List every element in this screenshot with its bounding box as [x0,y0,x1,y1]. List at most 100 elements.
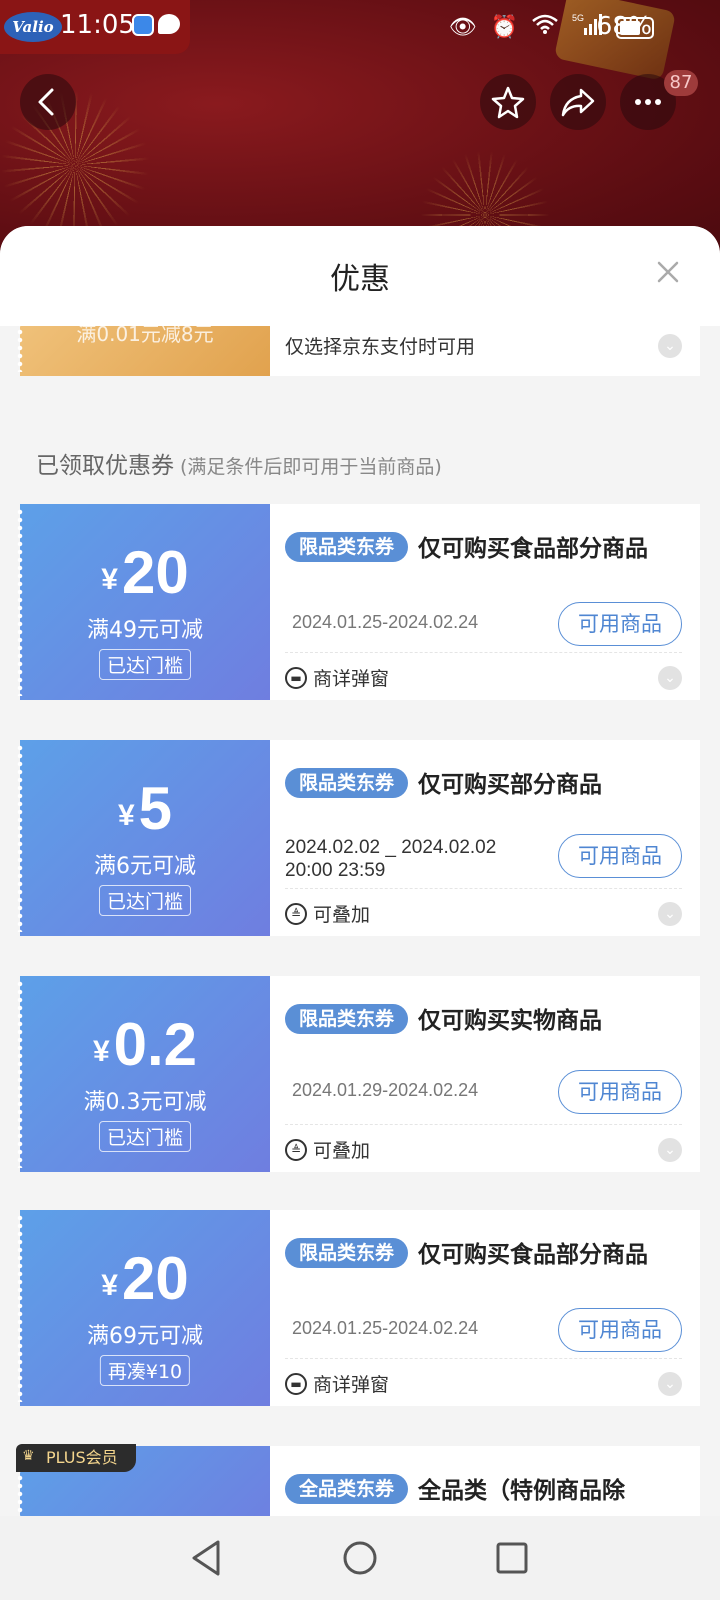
coupon-right-panel: 限品类东券 仅可购买实物商品 2024.01.29-2024.02.24 可用商品… [285,976,682,1172]
coupon-title-text: 仅可购买食品部分商品 [418,536,649,562]
stack-icon: ≜ [285,1138,307,1161]
stack-icon: ≜ [285,902,307,925]
star-icon [491,86,525,119]
coupon-left-panel: ¥20 满49元可减 已达门槛 [17,504,270,700]
coupon-footer: ≜ 可叠加 [285,1136,370,1163]
coupon-footer-text: 可叠加 [313,904,371,926]
coupon-right-panel: 限品类东券 仅可购买部分商品 2024.02.02 _ 2024.02.02 20… [285,740,682,936]
coupon-card: ¥20 满69元可减 再凑¥10 限品类东券 仅可购买食品部分商品 2024.01… [17,1210,700,1406]
expand-button[interactable]: ⌄ [658,1372,682,1396]
close-button[interactable] [652,256,684,288]
nav-home-button[interactable] [338,1536,382,1580]
coupon-right-panel: 限品类东券 仅可购买食品部分商品 2024.01.25-2024.02.24 可用… [285,504,682,700]
section-title: 已领取优惠券 (满足条件后即可用于当前商品) [36,446,442,480]
chevron-down-icon: ⌄ [664,670,676,686]
notification-badge: 87 [664,70,698,96]
expand-button[interactable]: ⌄ [658,902,682,926]
coupon-footer: ≜ 可叠加 [285,900,370,927]
coupon-amount: ¥20 [20,538,270,607]
coupon-type-pill: 限品类东券 [285,532,409,562]
coupon-footer-text: 商详弹窗 [313,668,390,690]
threshold-tag: 已达门槛 [98,649,192,680]
message-notification-icon [158,14,180,34]
coupon-title: 限品类东券 仅可购买部分商品 [285,766,672,804]
signal-label: 5G [572,13,584,23]
coupon-type-pill: 限品类东券 [285,1238,409,1268]
coupon-title: 限品类东券 仅可购买食品部分商品 [285,1236,672,1274]
coupon-card: ¥20 满49元可减 已达门槛 限品类东券 仅可购买食品部分商品 2024.01.… [17,504,700,700]
coupon-left-panel: ¥20 满69元可减 再凑¥10 [17,1210,270,1406]
coupon-condition: 满6元可减 [94,854,196,879]
share-button[interactable] [550,74,606,130]
nav-recents-button[interactable] [490,1536,534,1580]
available-products-button[interactable]: 可用商品 [558,1308,682,1352]
coupon-time-line: 20:00 23:59 [285,860,386,881]
amount-value: 20 [121,1245,189,1312]
coupon-sheet: 优惠 满0.01元减8元 仅选择京东支付时可用 ⌄ 已领取优惠券 (满足条件后即可… [0,226,720,1516]
battery-percent: 68% [596,11,652,40]
coupon-title-text: 全品类（特例商品除 [418,1478,626,1504]
expand-button[interactable]: ⌄ [658,1138,682,1162]
amount-value: 0.2 [113,1011,198,1078]
coupon-date-line: 2024.02.02 _ 2024.02.02 [285,837,497,858]
favorite-button[interactable] [480,74,536,130]
threshold-tag: 已达门槛 [98,885,192,916]
coupon-title-text: 仅可购买部分商品 [418,772,603,798]
divider [285,652,682,653]
popup-icon: ▬ [285,1372,307,1395]
coupon-card: ¥0.2 满0.3元可减 已达门槛 限品类东券 仅可购买实物商品 2024.01.… [17,976,700,1172]
currency-symbol: ¥ [101,563,118,596]
coupon-card: ¥5 满6元可减 已达门槛 限品类东券 仅可购买部分商品 2024.02.02 _… [17,740,700,936]
available-products-button[interactable]: 可用商品 [558,834,682,878]
divider [285,1358,682,1359]
coupon-type-pill: 全品类东券 [285,1474,409,1504]
available-products-button[interactable]: 可用商品 [558,1070,682,1114]
coupon-condition: 满0.3元可减 [83,1090,207,1115]
coupon-left-panel: ¥5 满6元可减 已达门槛 [17,740,270,936]
share-icon [561,88,595,117]
nav-back-button[interactable] [186,1536,230,1580]
chevron-down-icon: ⌄ [664,1142,676,1158]
coupon-condition: 满69元可减 [87,1324,203,1349]
coupon-condition: 满0.01元减8元 [76,326,214,346]
square-recents-icon [496,1542,528,1574]
coupon-condition: 满49元可减 [87,618,203,643]
coupon-title: 限品类东券 仅可购买食品部分商品 [285,530,672,568]
status-bar: Valio 11:05 👁 ⏰ 5G 68% [0,0,720,54]
coupon-title-text: 仅可购买食品部分商品 [418,1242,649,1268]
coupon-footer-text: 商详弹窗 [313,1374,390,1396]
coupon-date: 2024.01.29-2024.02.24 [292,1080,479,1100]
coupon-title: 全品类东券 全品类（特例商品除 [285,1472,672,1510]
system-navigation-bar [0,1516,720,1600]
coupon-type-pill: 限品类东券 [285,1004,409,1034]
available-products-button[interactable]: 可用商品 [558,602,682,646]
currency-symbol: ¥ [101,1269,118,1302]
expand-button[interactable]: ⌄ [658,334,682,358]
alarm-icon: ⏰ [490,14,518,40]
currency-symbol: ¥ [92,1035,110,1068]
crown-icon: ♛ [22,1448,35,1464]
coupon-right-panel: 全品类东券 全品类（特例商品除 [285,1446,682,1516]
back-button[interactable] [20,74,76,130]
coupon-list[interactable]: 满0.01元减8元 仅选择京东支付时可用 ⌄ 已领取优惠券 (满足条件后即可用于当… [0,326,720,1516]
coupon-left-panel: 满0.01元减8元 [17,326,270,376]
eye-icon: 👁 [448,14,477,40]
coupon-footer: ▬ 商详弹窗 [285,664,389,691]
chevron-down-icon: ⌄ [664,906,676,922]
coupon-type-pill: 限品类东券 [285,768,409,798]
sheet-title: 优惠 [330,262,390,297]
coupon-right-panel: 限品类东券 仅可购买食品部分商品 2024.01.25-2024.02.24 可用… [285,1210,682,1406]
coupon-right-panel: 仅选择京东支付时可用 ⌄ [285,326,682,376]
expand-button[interactable]: ⌄ [658,666,682,690]
coupon-card-partial: 满0.01元减8元 仅选择京东支付时可用 ⌄ [17,326,700,376]
coupon-description: 仅选择京东支付时可用 [285,336,476,358]
close-icon [657,261,679,283]
plus-member-badge: ♛ PLUS会员 [16,1444,136,1472]
coupon-footer: ▬ 商详弹窗 [285,1370,389,1397]
plus-badge-label: PLUS会员 [46,1448,118,1467]
chevron-left-icon [38,88,54,116]
status-time: 11:05 [60,10,135,40]
coupon-title: 限品类东券 仅可购买实物商品 [285,1002,672,1040]
coupon-amount: ¥20 [20,1244,270,1313]
coupon-amount: ¥5 [20,774,270,843]
